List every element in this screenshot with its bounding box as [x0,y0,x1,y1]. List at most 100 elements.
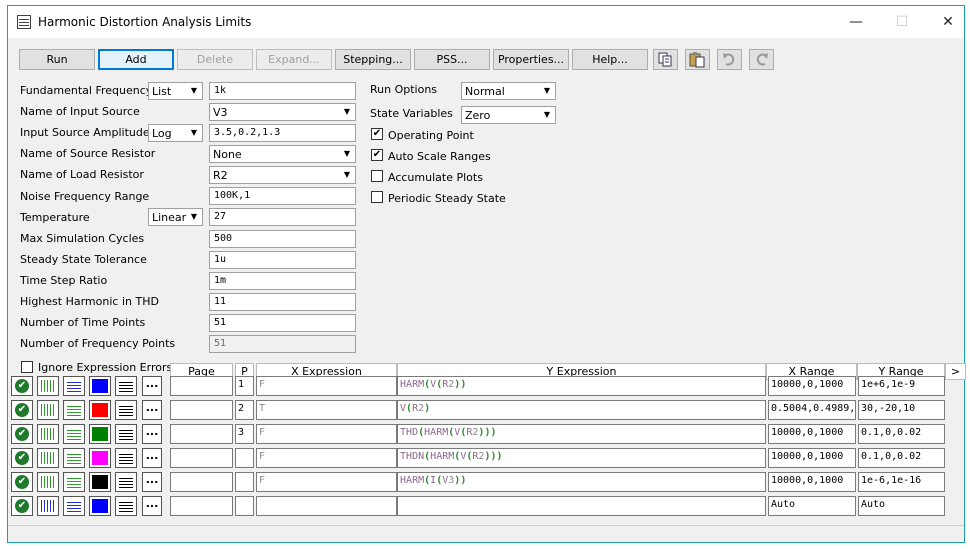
page-cell[interactable] [170,400,233,420]
plot-properties-button[interactable] [115,472,137,492]
x-range-cell[interactable]: Auto [768,496,856,516]
stepping-button[interactable]: Stepping... [335,49,411,70]
horizontal-grid-button[interactable] [63,496,85,516]
run-options-select[interactable]: Normal ▼ [461,82,556,100]
curve-color-button[interactable] [89,424,111,444]
add-button[interactable]: Add [98,49,174,70]
vertical-grid-button[interactable] [37,424,59,444]
plot-properties-button[interactable] [115,448,137,468]
expand-button[interactable]: Expand... [256,49,332,70]
curve-color-button[interactable] [89,472,111,492]
x-range-cell[interactable]: 0.5004,0.4989,0 [768,400,856,420]
vertical-grid-button[interactable] [37,496,59,516]
time-points-field[interactable]: 51 [209,314,356,332]
p-cell[interactable]: 3 [235,424,254,444]
max-simulation-cycles-field[interactable]: 500 [209,230,356,248]
x-expression-cell[interactable]: F [256,376,397,396]
expression-options-button[interactable]: ... [142,496,162,516]
row-enable-button[interactable]: ✔ [11,448,33,468]
expression-options-button[interactable]: ... [142,472,162,492]
y-expression-cell[interactable]: V(R2) [397,400,766,420]
x-expression-cell[interactable] [256,496,397,516]
curve-color-button[interactable] [89,496,111,516]
scroll-right-button[interactable]: > [945,363,966,380]
row-enable-button[interactable]: ✔ [11,376,33,396]
x-expression-cell[interactable]: F [256,424,397,444]
x-range-cell[interactable]: 10000,0,1000 [768,376,856,396]
delete-button[interactable]: Delete [177,49,253,70]
horizontal-grid-button[interactable] [63,472,85,492]
input-source-name-select[interactable]: V3 ▼ [209,103,356,121]
page-cell[interactable] [170,448,233,468]
page-cell[interactable] [170,376,233,396]
copy-icon[interactable] [653,49,678,70]
periodic-steady-state-checkbox[interactable] [371,191,383,203]
p-cell[interactable]: 1 [235,376,254,396]
page-cell[interactable] [170,496,233,516]
curve-color-button[interactable] [89,376,111,396]
ignore-errors-checkbox[interactable] [21,361,33,373]
vertical-grid-button[interactable] [37,400,59,420]
source-resistor-select[interactable]: None ▼ [209,145,356,163]
steady-state-tolerance-field[interactable]: 1u [209,251,356,269]
plot-properties-button[interactable] [115,496,137,516]
input-source-amplitude-field[interactable]: 3.5,0.2,1.3 [209,124,356,142]
temperature-mode[interactable]: Linear ▼ [148,208,203,226]
expression-options-button[interactable]: ... [142,376,162,396]
close-icon[interactable]: ✕ [925,6,970,38]
pss-button[interactable]: PSS... [414,49,490,70]
y-expression-cell[interactable]: HARM(I(V3)) [397,472,766,492]
y-expression-cell[interactable]: THDN(HARM(V(R2))) [397,448,766,468]
row-enable-button[interactable]: ✔ [11,400,33,420]
x-range-cell[interactable]: 10000,0,1000 [768,472,856,492]
y-range-cell[interactable]: 1e-6,1e-16 [858,472,945,492]
help-button[interactable]: Help... [572,49,648,70]
x-range-cell[interactable]: 10000,0,1000 [768,424,856,444]
p-cell[interactable]: 2 [235,400,254,420]
run-button[interactable]: Run [19,49,95,70]
expression-options-button[interactable]: ... [142,400,162,420]
redo-icon[interactable] [749,49,774,70]
plot-properties-button[interactable] [115,424,137,444]
accumulate-plots-checkbox[interactable] [371,170,383,182]
y-range-cell[interactable]: 0.1,0,0.02 [858,424,945,444]
vertical-grid-button[interactable] [37,448,59,468]
expression-options-button[interactable]: ... [142,448,162,468]
load-resistor-select[interactable]: R2 ▼ [209,166,356,184]
y-range-cell[interactable]: 1e+6,1e-9 [858,376,945,396]
y-range-cell[interactable]: 30,-20,10 [858,400,945,420]
horizontal-grid-button[interactable] [63,400,85,420]
horizontal-grid-button[interactable] [63,376,85,396]
paste-icon[interactable] [685,49,710,70]
horizontal-grid-button[interactable] [63,424,85,444]
y-range-cell[interactable]: 0.1,0,0.02 [858,448,945,468]
plot-properties-button[interactable] [115,376,137,396]
page-cell[interactable] [170,472,233,492]
minimize-icon[interactable]: — [833,6,879,38]
page-cell[interactable] [170,424,233,444]
fundamental-frequency-field[interactable]: 1k [209,82,356,100]
plot-properties-button[interactable] [115,400,137,420]
highest-harmonic-field[interactable]: 11 [209,293,356,311]
temperature-field[interactable]: 27 [209,208,356,226]
auto-scale-checkbox[interactable]: ✔ [371,149,383,161]
operating-point-checkbox[interactable]: ✔ [371,128,383,140]
fundamental-frequency-mode[interactable]: List ▼ [148,82,203,100]
row-enable-button[interactable]: ✔ [11,424,33,444]
horizontal-grid-button[interactable] [63,448,85,468]
x-expression-cell[interactable]: F [256,448,397,468]
row-enable-button[interactable]: ✔ [11,496,33,516]
maximize-icon[interactable]: ☐ [879,6,925,38]
row-enable-button[interactable]: ✔ [11,472,33,492]
input-source-amplitude-mode[interactable]: Log ▼ [148,124,203,142]
p-cell[interactable] [235,448,254,468]
curve-color-button[interactable] [89,400,111,420]
vertical-grid-button[interactable] [37,472,59,492]
time-step-ratio-field[interactable]: 1m [209,272,356,290]
x-expression-cell[interactable]: F [256,472,397,492]
p-cell[interactable] [235,472,254,492]
y-expression-cell[interactable]: HARM(V(R2)) [397,376,766,396]
curve-color-button[interactable] [89,448,111,468]
vertical-grid-button[interactable] [37,376,59,396]
expression-options-button[interactable]: ... [142,424,162,444]
